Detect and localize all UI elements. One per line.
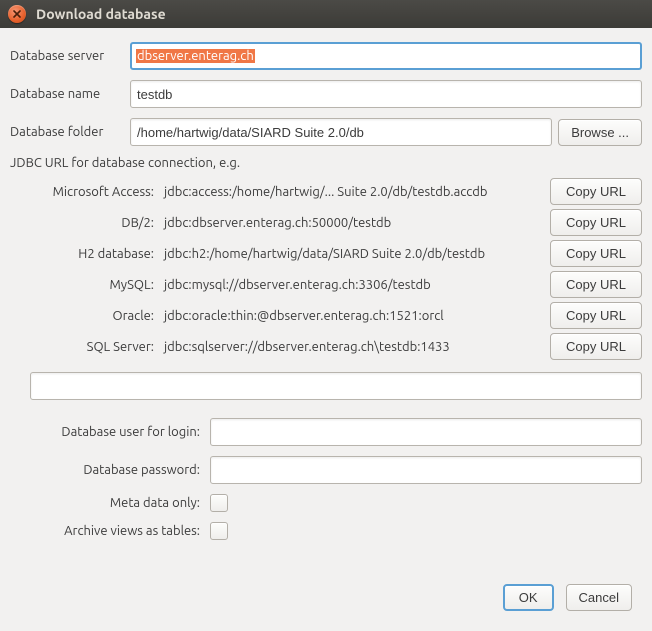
copy-url-button[interactable]: Copy URL [550,333,642,360]
jdbc-row-h2: H2 database: jdbc:h2:/home/hartwig/data/… [10,240,642,267]
archive-views-label: Archive views as tables: [10,524,210,538]
copy-url-button[interactable]: Copy URL [550,302,642,329]
jdbc-label: H2 database: [10,247,158,261]
browse-button[interactable]: Browse ... [558,119,642,146]
copy-url-button[interactable]: Copy URL [550,178,642,205]
close-icon[interactable] [8,5,26,23]
jdbc-url: jdbc:h2:/home/hartwig/data/SIARD Suite 2… [164,247,544,261]
ok-button[interactable]: OK [503,584,554,611]
jdbc-url: jdbc:oracle:thin:@dbserver.enterag.ch:15… [164,309,544,323]
database-server-value: dbserver.enterag.ch [136,49,255,63]
jdbc-header: JDBC URL for database connection, e.g. [10,156,642,170]
db-password-input[interactable] [210,456,642,484]
copy-url-button[interactable]: Copy URL [550,271,642,298]
jdbc-url: jdbc:access:/home/hartwig/... Suite 2.0/… [164,185,544,199]
jdbc-url: jdbc:sqlserver://dbserver.enterag.ch\tes… [164,340,544,354]
jdbc-row-oracle: Oracle: jdbc:oracle:thin:@dbserver.enter… [10,302,642,329]
database-folder-input[interactable] [130,118,552,146]
meta-only-label: Meta data only: [10,496,210,510]
database-name-input[interactable] [130,80,642,108]
titlebar: Download database [0,0,652,28]
database-server-input[interactable]: dbserver.enterag.ch [130,42,642,70]
copy-url-button[interactable]: Copy URL [550,240,642,267]
jdbc-row-mysql: MySQL: jdbc:mysql://dbserver.enterag.ch:… [10,271,642,298]
database-folder-label: Database folder [10,125,130,139]
db-user-input[interactable] [210,418,642,446]
db-user-label: Database user for login: [10,425,210,439]
database-server-label: Database server [10,49,130,63]
jdbc-label: DB/2: [10,216,158,230]
jdbc-label: Microsoft Access: [10,185,158,199]
db-password-label: Database password: [10,463,210,477]
jdbc-label: Oracle: [10,309,158,323]
dialog-content: Database server dbserver.enterag.ch Data… [0,28,652,631]
database-name-label: Database name [10,87,130,101]
copy-url-button[interactable]: Copy URL [550,209,642,236]
window-title: Download database [36,6,166,22]
dialog-footer: OK Cancel [10,570,642,621]
jdbc-url: jdbc:dbserver.enterag.ch:50000/testdb [164,216,544,230]
jdbc-label: SQL Server: [10,340,158,354]
jdbc-section: JDBC URL for database connection, e.g. M… [10,156,642,400]
archive-views-checkbox[interactable] [210,522,228,540]
jdbc-row-ms-access: Microsoft Access: jdbc:access:/home/hart… [10,178,642,205]
jdbc-row-db2: DB/2: jdbc:dbserver.enterag.ch:50000/tes… [10,209,642,236]
jdbc-label: MySQL: [10,278,158,292]
jdbc-custom-input[interactable] [30,372,642,400]
jdbc-url: jdbc:mysql://dbserver.enterag.ch:3306/te… [164,278,544,292]
cancel-button[interactable]: Cancel [566,584,632,611]
meta-only-checkbox[interactable] [210,494,228,512]
jdbc-row-sqlserver: SQL Server: jdbc:sqlserver://dbserver.en… [10,333,642,360]
